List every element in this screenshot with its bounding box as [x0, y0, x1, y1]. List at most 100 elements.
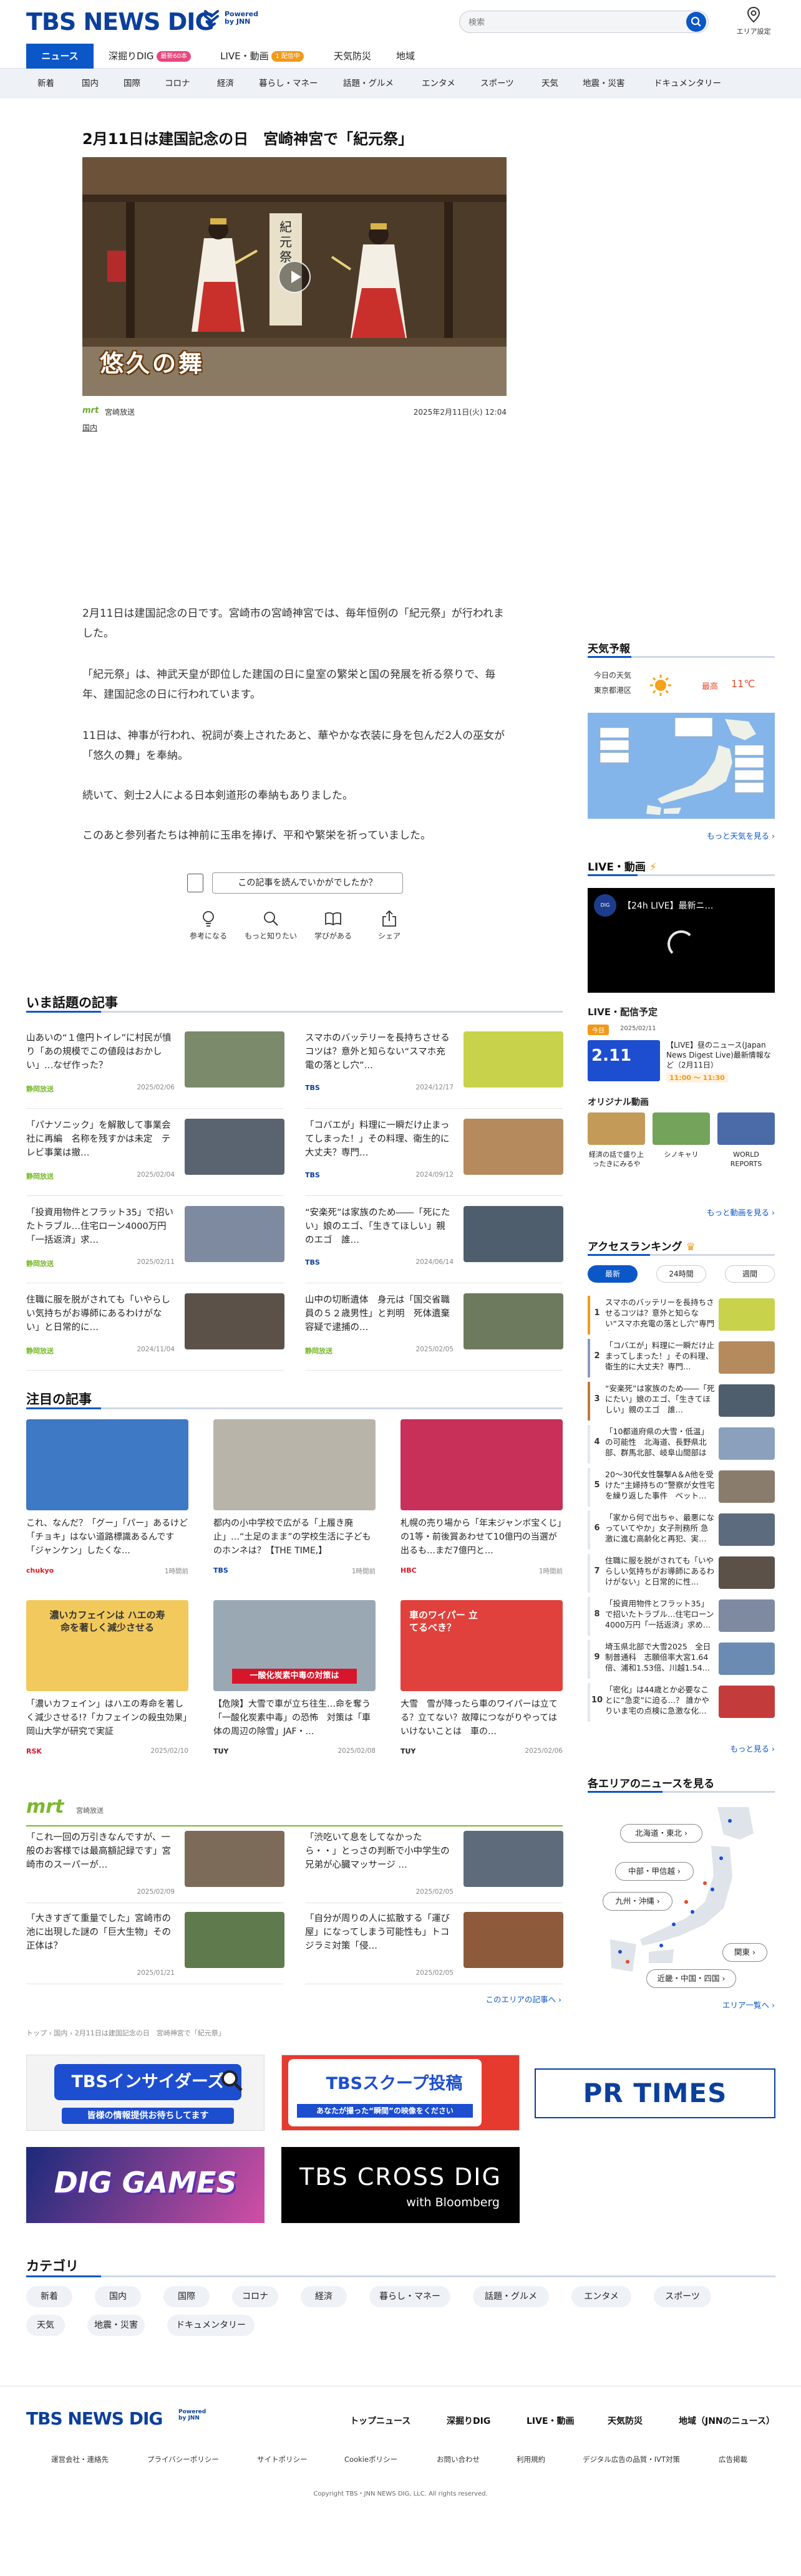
footer-terms[interactable]: 利用規約 [517, 2454, 545, 2464]
reaction-want-more[interactable]: もっと知りたい [238, 909, 303, 941]
category-pill[interactable]: 経済 [301, 2286, 347, 2307]
ranking-item[interactable]: 1 スマホのバッテリーを長持ちさせるコツは？意外と知らない“スマホ充電の落とし穴”… [588, 1296, 775, 1334]
footer-site-policy[interactable]: サイトポリシー [257, 2454, 308, 2464]
featured-card[interactable]: 札幌の売り場から「年末ジャンボ宝くじ」の1等・前後賞あわせて10億円の当選が出る… [400, 1419, 563, 1589]
ranking-item[interactable]: 10 「密化」は44歳とか必要なことに“急変”に迫る…？ 誰かやりいま宅の点検に急… [588, 1683, 775, 1722]
banner-prtimes[interactable]: PR TIMES [535, 2068, 775, 2118]
areas-more-link[interactable]: エリア一覧へ › [661, 1999, 775, 2010]
cat-new[interactable]: 新着 [37, 69, 54, 99]
footer-ad-quality[interactable]: デジタル広告の品質・IVT対策 [583, 2454, 680, 2464]
local-card[interactable]: 「渋吃いて息をしてなかったら・・」とっさの判断で小中学生の兄弟が心臓マッサージ … [305, 1831, 563, 1903]
ranking-item[interactable]: 7 住職に服を脱がされても「いやらしい気持ちがお導師にあるわけがない」と日常的に性… [588, 1554, 775, 1593]
nav-region[interactable]: 地域 [387, 44, 424, 69]
original-video-card[interactable]: 経済の話で盛り上ったきにみるや [588, 1112, 645, 1181]
ranking-tab-weekly[interactable]: 週間 [725, 1265, 775, 1283]
footer-advertise[interactable]: 広告掲載 [719, 2454, 747, 2464]
category-pill[interactable]: 天気 [26, 2315, 65, 2336]
weather-map[interactable] [588, 713, 775, 819]
banner-dig-games[interactable]: DIG GAMES [26, 2147, 265, 2223]
ranking-item[interactable]: 8 「投資用物件とフラット35」で招いたトラブル…住宅ローン4000万円「一括返済… [588, 1597, 775, 1636]
category-pill[interactable]: 暮らし・マネー [369, 2286, 450, 2307]
schedule-thumb[interactable]: 2.11 [588, 1040, 660, 1081]
ranking-item[interactable]: 5 20〜30代女性襲撃A＆A他を受けた“主婦持ちの”警察が女性宅を繰り返した事件… [588, 1468, 775, 1507]
banner-scoop[interactable]: TBSスクープ投稿 あなたが撮った“瞬間”の映像をください [281, 2055, 520, 2131]
live-player[interactable]: DIG 【24h LIVE】最新ニ… [588, 888, 775, 993]
search-input[interactable] [468, 16, 668, 29]
topic-card[interactable]: 「パナソニック」を解散して事業会社に再編 名称を残すかは未定 テレビ事業は撤… 静… [26, 1119, 284, 1196]
original-video-card[interactable]: WORLD REPORTS [717, 1112, 775, 1181]
cat-weather[interactable]: 天気 [541, 69, 558, 99]
area-tohoku[interactable]: 北海道・東北 › [620, 1824, 702, 1843]
reaction-learning[interactable]: 学びがある [307, 909, 359, 941]
breadcrumb-domestic[interactable]: 国内 [54, 2029, 67, 2037]
featured-card[interactable]: 濃いカフェインは ハエの寿命を著しく減少させる 「濃いカフェイン」はハエの寿命を著… [26, 1600, 188, 1770]
nav-news[interactable]: ニュース [26, 44, 94, 69]
ranking-tab-24h[interactable]: 24時間 [656, 1265, 706, 1283]
category-pill[interactable]: スポーツ [654, 2286, 711, 2307]
nav-live[interactable]: LIVE・動画 1 配信中 [206, 44, 318, 69]
category-pill[interactable]: コロナ [232, 2286, 278, 2307]
ranking-item[interactable]: 4 「10都道府県の大雪・低温」の可能性 北海道、長野県北部、群馬北部、岐阜山間部… [588, 1425, 775, 1464]
search-button[interactable] [686, 12, 706, 32]
ranking-item[interactable]: 6 「家から何で出ちゃ、最悪になっていてやか」女子刑務所 急激に進む高齢化と再犯、… [588, 1511, 775, 1550]
schedule-program[interactable]: 【LIVE】昼のニュース(Japan News Digest Live)最新情報… [666, 1040, 775, 1070]
local-card[interactable]: 「大きすぎて重量でした」宮崎市の池に出現した謎の「巨大生物」その正体は？ 2025… [26, 1912, 284, 1984]
category-pill[interactable]: 地震・災害 [87, 2315, 145, 2336]
topic-card[interactable]: 山あいの“１億円トイレ”に村民が憤り「あの規模でこの値段はおかしい」…なぜ作った… [26, 1031, 284, 1109]
category-pill[interactable]: 新着 [26, 2286, 72, 2307]
category-pill[interactable]: 国際 [163, 2286, 210, 2307]
cat-topics-gourmet[interactable]: 話題・グルメ [343, 69, 394, 99]
banner-insiders[interactable]: TBSインサイダーズ 皆様の情報提供お待ちしてます [26, 2055, 265, 2131]
area-kinki[interactable]: 近畿・中国・四国 › [646, 1969, 736, 1988]
ranking-more-link[interactable]: もっと見る › [661, 1742, 775, 1754]
local-more-link[interactable]: このエリアの記事へ › [437, 1993, 562, 2005]
local-card[interactable]: 「自分が周りの人に拡散する「運び屋」になってしまう可能性も」トコジラミ対策「侵…… [305, 1912, 563, 1984]
topic-card[interactable]: 「コバエが」料理に一瞬だけ止まってしまった！」その料理、衛生的に大丈夫？専門… T… [305, 1119, 563, 1196]
area-kanto[interactable]: 関東 › [722, 1943, 767, 1962]
play-button[interactable] [278, 261, 311, 293]
cat-documentary[interactable]: ドキュメンタリー [654, 69, 721, 99]
footer-region[interactable]: 地域（JNNのニュース） [679, 2414, 775, 2427]
cat-life-money[interactable]: 暮らし・マネー [259, 69, 318, 99]
reaction-share[interactable]: シェア [363, 909, 415, 941]
footer-cookie[interactable]: Cookieポリシー [344, 2454, 397, 2464]
area-kyushu[interactable]: 九州・沖縄 › [603, 1892, 672, 1911]
cat-disaster[interactable]: 地震・災害 [583, 69, 625, 99]
article-source[interactable]: 宮崎放送 [105, 407, 135, 417]
reaction-useful[interactable]: 参考になる [182, 909, 235, 941]
footer-deep-dig[interactable]: 深掘りDIG [447, 2414, 490, 2427]
category-pill[interactable]: 話題・グルメ [473, 2286, 549, 2307]
featured-card[interactable]: 都内の小中学校で広がる「上履き廃止」…“土足のまま”の学校生活に子どものホンネは… [213, 1419, 376, 1589]
category-pill[interactable]: 国内 [95, 2286, 141, 2307]
article-video[interactable]: 紀元祭 悠久の舞 [82, 157, 507, 396]
category-pill[interactable]: エンタメ [571, 2286, 631, 2307]
original-video-card[interactable]: シノキャリ [653, 1112, 710, 1181]
ranking-item[interactable]: 2 「コバエが」料理に一瞬だけ止まってしまった！」その料理、衛生的に大丈夫？専門… [588, 1339, 775, 1377]
cat-international[interactable]: 国際 [124, 69, 140, 99]
featured-card[interactable]: 車のワイパー 立てるべき？ 大雪 雪が降ったら車のワイパーは立てる？立てない？故障… [400, 1600, 563, 1770]
cat-corona[interactable]: コロナ [165, 69, 190, 99]
footer-company[interactable]: 運営会社・連絡先 [51, 2454, 109, 2464]
ranking-tab-latest[interactable]: 最新 [588, 1265, 638, 1283]
category-pill[interactable]: ドキュメンタリー [167, 2315, 255, 2336]
site-logo[interactable]: TBS NEWS DIG [26, 10, 215, 34]
nav-weather[interactable]: 天気防災 [324, 44, 381, 69]
cat-domestic[interactable]: 国内 [82, 69, 99, 99]
live-more-link[interactable]: もっと動画を見る › [661, 1206, 775, 1218]
footer-contact[interactable]: お問い合わせ [437, 2454, 480, 2464]
footer-privacy[interactable]: プライバシーポリシー [147, 2454, 219, 2464]
cat-economy[interactable]: 経済 [217, 69, 234, 99]
footer-logo[interactable]: TBS NEWS DIG [26, 2408, 163, 2429]
ranking-item[interactable]: 9 埼玉県北部で大雪2025 全日制普通科 志願倍率大宮1.64倍、浦和1.53倍… [588, 1640, 775, 1679]
local-card[interactable]: 「これ一回の万引きなんですが、一般のお客様では最高額記録です」宮崎市のスーパーが… [26, 1831, 284, 1903]
featured-card[interactable]: これ、なんだ？「グー」「パー」あるけど「チョキ」はない道路標識あるんです「ジャン… [26, 1419, 188, 1589]
footer-top-news[interactable]: トップニュース [350, 2414, 410, 2427]
footer-weather[interactable]: 天気防災 [608, 2414, 643, 2427]
cat-sports[interactable]: スポーツ [480, 69, 514, 99]
featured-card[interactable]: 一酸化炭素中毒の対策は 【危険】大雪で車が立ち往生…命を奪う「一酸化炭素中毒」の恐… [213, 1600, 376, 1770]
nav-deep-dig[interactable]: 深掘りDIG 最新60本 [100, 44, 200, 69]
topic-card[interactable]: “安楽死”は家族のため――「死にたい」娘のエゴ、「生きてほしい」親のエゴ 誰… T… [305, 1206, 563, 1283]
topic-card[interactable]: 住職に服を脱がされても「いやらしい気持ちがお導師にあるわけがない」と日常的に… 静… [26, 1293, 284, 1371]
topic-card[interactable]: 山中の切断遺体 身元は「国交省職員の５２歳男性」と判明 死体遺棄容疑で逮捕の… 静… [305, 1293, 563, 1371]
breadcrumb-top[interactable]: トップ [26, 2029, 47, 2037]
